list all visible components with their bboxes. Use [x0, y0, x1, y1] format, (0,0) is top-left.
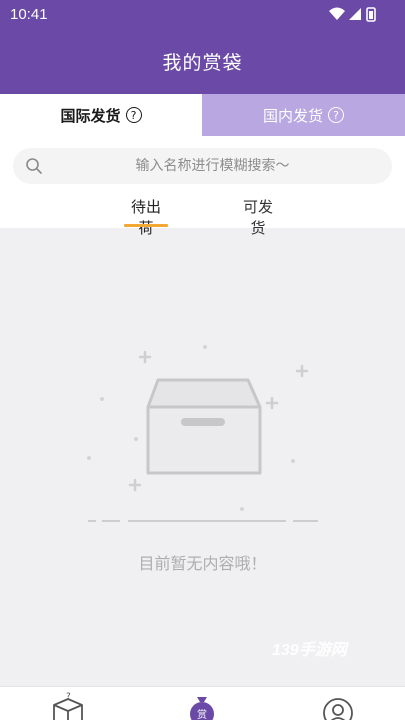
page-title: 我的赏袋 — [162, 52, 243, 74]
tab-label: 国际发货 — [60, 106, 121, 125]
search-bar[interactable] — [13, 148, 392, 184]
empty-state-message: 目前暂无内容哦！ — [138, 554, 267, 573]
search-input[interactable] — [13, 148, 392, 184]
search-section: 待出荷 可发货 — [0, 136, 405, 237]
tab-international-shipping[interactable]: 国际发货 ? — [0, 94, 202, 136]
nav-item-profile[interactable] — [318, 691, 358, 720]
status-bar: 10:41 — [0, 0, 405, 30]
help-icon[interactable]: ? — [328, 107, 344, 123]
status-time: 10:41 — [10, 6, 48, 23]
watermark-text: 139手游网 — [272, 642, 347, 659]
profile-icon — [323, 698, 353, 720]
help-icon[interactable]: ? — [125, 107, 142, 123]
signal-icon — [349, 8, 361, 20]
active-tab-indicator — [124, 224, 168, 227]
tab-label: 国内发货 — [262, 106, 323, 125]
nav-item-mystery-box[interactable]: ? — [48, 691, 88, 720]
app-header: 10:41 我的赏袋 — [0, 0, 405, 94]
tab-domestic-shipping[interactable]: 国内发货 ? — [202, 94, 405, 136]
svg-text:?: ? — [66, 692, 71, 702]
nav-item-reward-bag[interactable]: 赏 — [182, 691, 222, 720]
empty-box-illustration — [87, 345, 318, 522]
tab-ready-to-ship[interactable]: 可发货 — [236, 196, 280, 237]
tab-pending-shipment[interactable]: 待出荷 — [124, 196, 168, 237]
shipping-tabs: 国际发货 ? 国内发货 ? — [0, 94, 405, 136]
reward-bag-icon: 赏 — [190, 697, 214, 720]
reward-bag-badge: 赏 — [197, 709, 207, 720]
bottom-navigation: ? 赏 — [0, 686, 405, 720]
wifi-icon — [329, 7, 345, 20]
status-icons — [329, 7, 376, 22]
mystery-box-icon: ? — [53, 692, 83, 720]
